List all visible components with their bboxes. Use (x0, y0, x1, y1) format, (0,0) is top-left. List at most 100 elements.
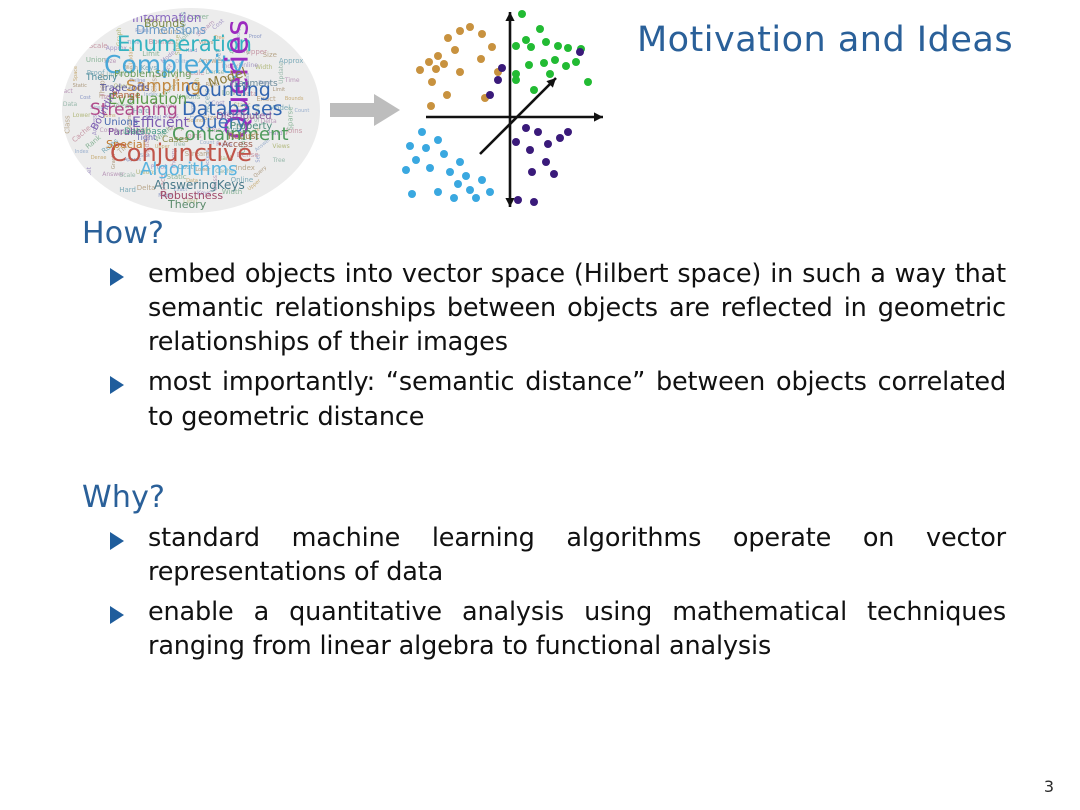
wordcloud-word: Tight (136, 133, 157, 142)
page-title: Motivation and Ideas (636, 20, 1014, 60)
triangle-bullet-icon (110, 606, 124, 625)
bullet-list-how: embed objects into vector space (Hilbert… (0, 257, 1080, 434)
wordcloud-word: Class (63, 115, 72, 134)
scatter-point (440, 60, 448, 68)
wordcloud-word: Bounds (284, 96, 304, 103)
scatter-point (418, 128, 426, 136)
section-heading-why: Why? (82, 479, 166, 515)
wordcloud-word: Count (294, 107, 310, 114)
wordcloud-word: Fragments (230, 79, 278, 89)
scatter-point (556, 134, 564, 142)
scatter-point (402, 166, 410, 174)
scatter-plot-image (398, 2, 613, 214)
scatter-point (512, 42, 520, 50)
scatter-point (518, 10, 526, 18)
scatter-point (546, 70, 554, 78)
scatter-point (536, 25, 544, 33)
scatter-point (477, 55, 485, 63)
right-block-arrow-icon (330, 92, 402, 128)
scatter-point (551, 56, 559, 64)
scatter-point (530, 86, 538, 94)
wordcloud-word: Query (252, 164, 268, 179)
wordcloud-word: Dense (90, 154, 107, 161)
scatter-point (456, 27, 464, 35)
scatter-point (466, 23, 474, 31)
scatter-point (456, 68, 464, 76)
wordcloud-image: ApproxExactUpperLowerSetCountScaleLimitP… (62, 8, 320, 213)
scatter-point (514, 196, 522, 204)
wordcloud-word: Static (72, 83, 87, 90)
bullet-list-why: standard machine learning algorithms ope… (0, 521, 1080, 664)
scatter-point (572, 58, 580, 66)
scatter-point (432, 65, 440, 73)
scatter-point (534, 128, 542, 136)
triangle-bullet-icon (110, 531, 124, 550)
wordcloud-word: Data (62, 100, 78, 108)
wordcloud-word: Algorithms (140, 159, 238, 180)
scatter-point (494, 76, 502, 84)
scatter-point (478, 30, 486, 38)
scatter-point (486, 188, 494, 196)
scatter-point (512, 76, 520, 84)
wordcloud-word: Property (230, 121, 273, 132)
scatter-point (550, 170, 558, 178)
scatter-point (422, 144, 430, 152)
scatter-point (454, 180, 462, 188)
wordcloud-word: Set (85, 166, 93, 177)
scatter-point (406, 142, 414, 150)
scatter-point (576, 48, 584, 56)
section-how: How? embed objects into vector space (Hi… (0, 216, 1080, 434)
scatter-point (584, 78, 592, 86)
section-why: Why? standard machine learning algorithm… (0, 480, 1080, 664)
bullet-text: enable a quantitative analysis using mat… (148, 597, 1006, 662)
scatter-point (525, 61, 533, 69)
scatter-point (542, 38, 550, 46)
arrow-svg (330, 94, 400, 126)
scatter-point (443, 91, 451, 99)
scatter-point (486, 91, 494, 99)
wordcloud-word: Delta (136, 184, 156, 193)
scatter-point (456, 158, 464, 166)
scatter-point (564, 128, 572, 136)
scatter-point (412, 156, 420, 164)
scatter-point (527, 43, 535, 51)
scatter-point (478, 176, 486, 184)
wordcloud-word: Update (277, 61, 285, 84)
list-item: standard machine learning algorithms ope… (0, 521, 1080, 589)
scatter-point (427, 102, 435, 110)
list-item: most importantly: “semantic distance” be… (0, 365, 1080, 433)
bullet-text: most importantly: “semantic distance” be… (148, 367, 1006, 432)
wordcloud-word: Index (74, 149, 89, 156)
scatter-point (522, 124, 530, 132)
list-item: enable a quantitative analysis using mat… (0, 595, 1080, 663)
scatter-point (462, 172, 470, 180)
wordcloud-word: Cases (162, 135, 189, 145)
bullet-text: embed objects into vector space (Hilbert… (148, 259, 1006, 358)
scatter-point (416, 66, 424, 74)
scatter-point (434, 52, 442, 60)
scatter-point (446, 168, 454, 176)
scatter-point (540, 59, 548, 67)
wordcloud-word: Theory (168, 198, 207, 211)
page-number: 3 (1043, 777, 1054, 796)
wordcloud-word: Theory (86, 73, 118, 83)
scatter-point (530, 198, 538, 206)
scatter-point (444, 34, 452, 42)
scatter-point (425, 58, 433, 66)
section-heading-how: How? (82, 216, 165, 251)
scatter-point (512, 138, 520, 146)
scatter-point (450, 194, 458, 202)
scatter-point (554, 42, 562, 50)
scatter-point (562, 62, 570, 70)
wordcloud-word: Exact (62, 87, 73, 95)
scatter-point (408, 190, 416, 198)
scatter-point (428, 78, 436, 86)
wordcloud-word: Scale (88, 42, 108, 50)
scatter-point (488, 43, 496, 51)
scatter-point (434, 188, 442, 196)
scatter-point (498, 64, 506, 72)
scatter-point (434, 136, 442, 144)
wordcloud-word: Range (112, 91, 141, 101)
scatter-point (528, 168, 536, 176)
